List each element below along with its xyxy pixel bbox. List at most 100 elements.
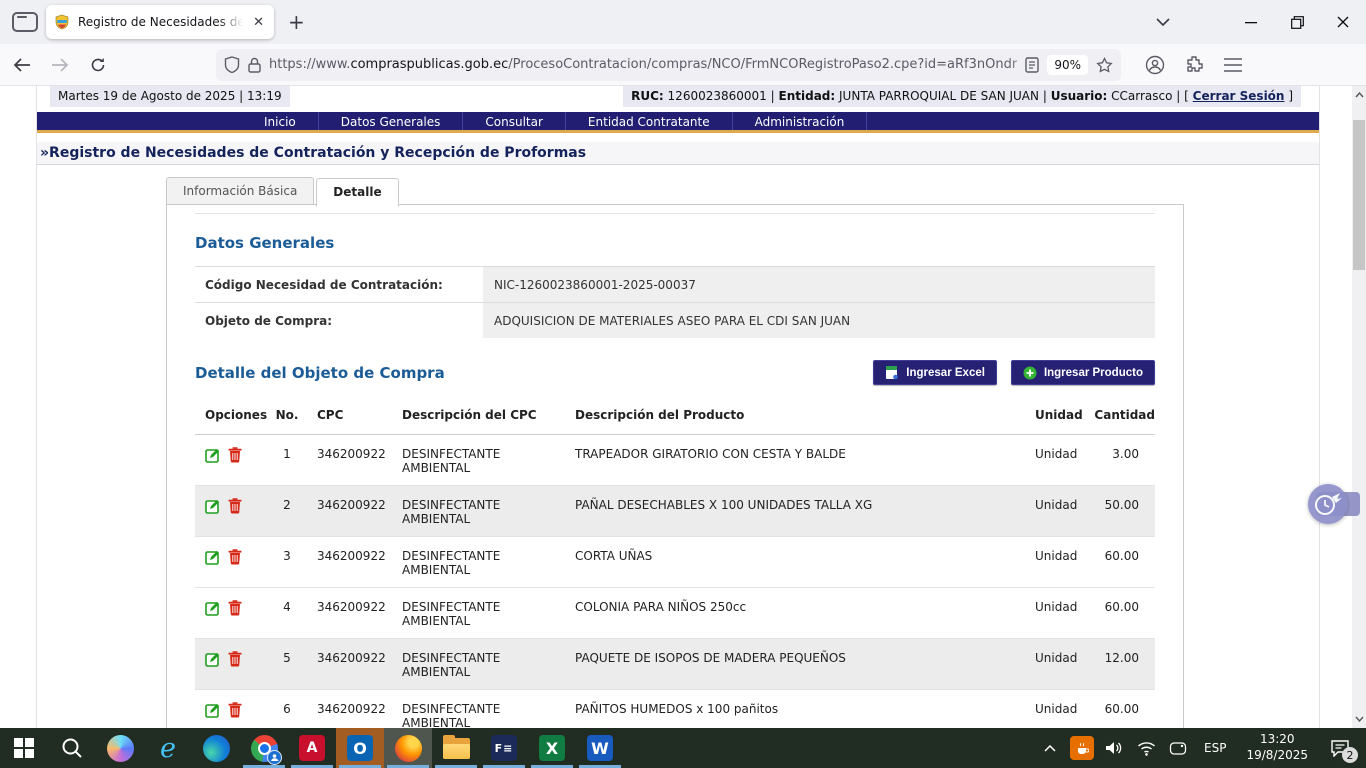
taskbar-acrobat[interactable]: A [288, 728, 336, 768]
fec-app-icon: F≡ [491, 735, 517, 761]
taskbar-word[interactable]: W [576, 728, 624, 768]
objeto-compra-label: Objeto de Compra: [195, 303, 483, 338]
reader-mode-icon[interactable] [1025, 57, 1039, 73]
reload-icon[interactable] [82, 49, 114, 81]
taskbar-firefox[interactable] [384, 728, 432, 768]
forward-icon[interactable] [44, 49, 76, 81]
bookmark-star-icon[interactable] [1096, 57, 1113, 73]
edit-icon[interactable] [205, 549, 221, 565]
edit-icon[interactable] [205, 498, 221, 514]
edit-icon[interactable] [205, 702, 221, 718]
cerrar-sesion-link[interactable]: Cerrar Sesión [1193, 89, 1285, 103]
taskbar-internet-explorer[interactable]: e [144, 728, 192, 768]
windows-logo-icon [14, 738, 34, 758]
java-icon[interactable] [1068, 728, 1096, 768]
taskbar-edge[interactable] [192, 728, 240, 768]
objeto-compra-row: Objeto de Compra: ADQUISICION DE MATERIA… [195, 302, 1155, 338]
zoom-level-chip[interactable]: 90% [1047, 55, 1088, 75]
nav-menu-item[interactable]: Entidad Contratante [566, 112, 733, 130]
browser-tab[interactable]: Registro de Necesidades de Con ✕ [46, 5, 274, 39]
shield-icon[interactable] [224, 56, 240, 73]
product-row: 6 346200922 DESINFECTANTE AMBIENTAL PAÑI… [195, 690, 1155, 728]
col-no: No. [267, 408, 307, 422]
scrollbar-thumb[interactable] [1353, 120, 1365, 270]
user-session-info: RUC: 1260023860001 | Entidad: JUNTA PARR… [623, 86, 1301, 107]
tab-detalle[interactable]: Detalle [316, 178, 398, 207]
tab-title: Registro de Necesidades de Con [78, 15, 243, 29]
delete-trash-icon[interactable] [228, 549, 242, 565]
taskbar-fec-app[interactable]: F≡ [480, 728, 528, 768]
col-unidad: Unidad [1028, 408, 1092, 422]
file-explorer-icon [443, 738, 470, 759]
taskbar-outlook[interactable]: O [336, 728, 384, 768]
close-tab-icon[interactable]: ✕ [251, 15, 266, 30]
delete-trash-icon[interactable] [228, 651, 242, 667]
col-cpc: CPC [307, 408, 392, 422]
form-tabs: Información Básica Detalle [166, 177, 401, 206]
vertical-scrollbar[interactable] [1352, 86, 1366, 728]
delete-trash-icon[interactable] [228, 600, 242, 616]
winged-clock-icon[interactable] [1308, 484, 1348, 524]
delete-trash-icon[interactable] [228, 447, 242, 463]
session-info-row: Martes 19 de Agosto de 2025 | 13:19 RUC:… [37, 86, 1319, 108]
objeto-compra-value: ADQUISICION DE MATERIALES ASEO PARA EL C… [483, 303, 1155, 338]
taskbar-excel[interactable]: X [528, 728, 576, 768]
taskbar-search[interactable] [48, 728, 96, 768]
edit-icon[interactable] [205, 600, 221, 616]
language-indicator[interactable]: ESP [1196, 741, 1234, 755]
acrobat-icon: A [299, 735, 325, 761]
edit-icon[interactable] [205, 447, 221, 463]
account-icon[interactable] [1145, 55, 1165, 75]
nav-menu-item[interactable]: Datos Generales [319, 112, 464, 130]
tab-content-panel: Datos Generales Código Necesidad de Cont… [166, 204, 1184, 728]
detalle-objeto-heading: Detalle del Objeto de Compra [195, 364, 859, 382]
restore-button[interactable] [1274, 0, 1320, 44]
product-table-header: Opciones No. CPC Descripción del CPC Des… [195, 399, 1155, 435]
outlook-icon: O [347, 735, 373, 761]
tab-informacion-basica[interactable]: Información Básica [166, 177, 314, 206]
list-all-tabs-icon[interactable] [1146, 0, 1180, 44]
product-row: 1 346200922 DESINFECTANTE AMBIENTAL TRAP… [195, 435, 1155, 486]
firefox-view-icon[interactable] [12, 12, 38, 32]
edit-icon[interactable] [205, 651, 221, 667]
time-tracker-widget[interactable] [1308, 484, 1352, 524]
lock-icon[interactable] [248, 57, 261, 73]
new-tab-button[interactable]: + [288, 10, 305, 34]
minimize-button[interactable] [1228, 0, 1274, 44]
taskbar-file-explorer[interactable] [432, 728, 480, 768]
back-icon[interactable] [6, 49, 38, 81]
delete-trash-icon[interactable] [228, 702, 242, 718]
excel-file-icon [885, 365, 899, 380]
nav-menu-item[interactable]: Consultar [463, 112, 566, 130]
taskbar-chrome[interactable] [240, 728, 288, 768]
scroll-down-icon[interactable] [1352, 711, 1366, 727]
delete-trash-icon[interactable] [228, 498, 242, 514]
close-window-button[interactable] [1320, 0, 1366, 44]
volume-icon[interactable] [1100, 728, 1128, 768]
nav-menu-item[interactable]: Inicio [242, 112, 319, 130]
url-bar[interactable]: https://www.compraspublicas.gob.ec/Proce… [216, 49, 1121, 81]
page-title: »Registro de Necesidades de Contratación… [37, 142, 1319, 165]
nav-menu-item[interactable]: Administración [733, 112, 868, 130]
divider [195, 213, 1155, 214]
ingresar-excel-button[interactable]: Ingresar Excel [873, 360, 997, 385]
codigo-necesidad-label: Código Necesidad de Contratación: [195, 267, 483, 302]
display-device-icon[interactable] [1164, 728, 1192, 768]
taskbar-clock[interactable]: 13:2019/8/2025 [1238, 732, 1316, 763]
taskbar-copilot[interactable] [96, 728, 144, 768]
product-row: 3 346200922 DESINFECTANTE AMBIENTAL CORT… [195, 537, 1155, 588]
tray-chevron-icon[interactable] [1036, 728, 1064, 768]
menu-hamburger-icon[interactable] [1224, 58, 1242, 72]
scroll-up-icon[interactable] [1352, 87, 1366, 103]
main-navigation: InicioDatos GeneralesConsultarEntidad Co… [37, 112, 1319, 133]
start-button[interactable] [0, 728, 48, 768]
notification-badge: 2 [1342, 747, 1358, 763]
extensions-puzzle-icon[interactable] [1185, 55, 1204, 74]
page-container: Martes 19 de Agosto de 2025 | 13:19 RUC:… [36, 86, 1320, 728]
page-viewport: Martes 19 de Agosto de 2025 | 13:19 RUC:… [0, 86, 1366, 728]
action-center[interactable]: 2 [1320, 728, 1360, 768]
url-text[interactable]: https://www.compraspublicas.gob.ec/Proce… [269, 57, 1017, 72]
codigo-necesidad-row: Código Necesidad de Contratación: NIC-12… [195, 266, 1155, 302]
ingresar-producto-button[interactable]: Ingresar Producto [1011, 360, 1155, 385]
wifi-icon[interactable] [1132, 728, 1160, 768]
